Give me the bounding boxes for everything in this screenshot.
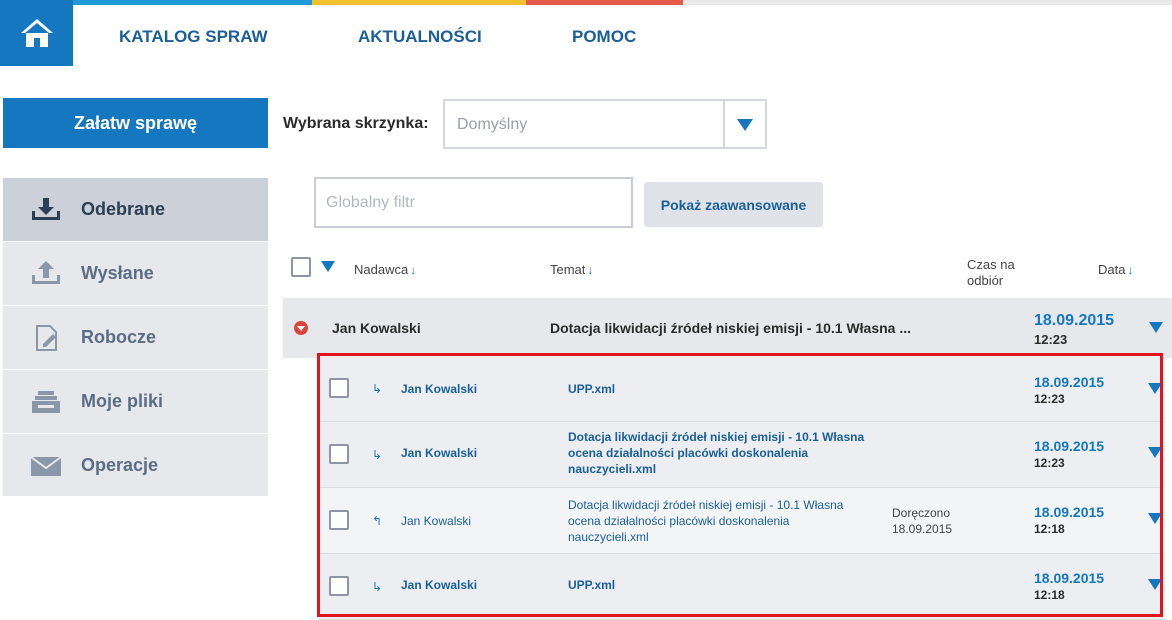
sidebar-item-moje-pliki[interactable]: Moje pliki — [3, 370, 268, 434]
row-checkbox[interactable] — [329, 510, 349, 530]
select-all-checkbox[interactable] — [291, 257, 311, 277]
column-header-date[interactable]: Data ↓ — [1098, 262, 1133, 277]
mailbox-label: Wybrana skrzynka: — [283, 115, 429, 132]
sort-arrow-icon: ↓ — [410, 263, 417, 277]
delivery-status: Doręczono 18.09.2015 — [892, 505, 952, 537]
show-advanced-button[interactable]: Pokaż zaawansowane — [644, 182, 823, 227]
column-header-subject[interactable]: Temat ↓ — [550, 262, 593, 277]
select-divider — [723, 101, 725, 147]
reply-arrow-icon: ↳ — [372, 580, 383, 594]
reply-arrow-icon: ↳ — [372, 382, 383, 396]
message-row[interactable]: ↳ Jan Kowalski Dotacja likwidacji źródeł… — [319, 422, 1165, 488]
thread-date: 18.09.2015 — [1034, 312, 1115, 329]
subject-line: UPP.xml — [568, 382, 616, 396]
message-time: 12:23 — [1034, 456, 1065, 470]
mailbox-selected-value: Domyślny — [457, 116, 528, 133]
bulk-actions-dropdown-icon[interactable] — [321, 261, 335, 272]
row-actions-dropdown-icon[interactable] — [1148, 447, 1162, 458]
message-subject[interactable]: Dotacja likwidacji źródeł niskiej emisji… — [568, 497, 868, 545]
column-header-pickup-time[interactable]: Czas na odbiór — [967, 257, 1015, 289]
column-header-label: Czas na — [967, 257, 1015, 272]
row-checkbox[interactable] — [329, 576, 349, 596]
row-actions-dropdown-icon[interactable] — [1148, 513, 1162, 524]
subject-line: UPP.xml — [568, 578, 616, 592]
status-line: 18.09.2015 — [892, 522, 953, 536]
status-line: Doręczono — [892, 506, 951, 520]
row-actions-dropdown-icon[interactable] — [1148, 383, 1162, 394]
nav-aktualnosci[interactable]: AKTUALNOŚCI — [358, 27, 482, 47]
subject-line: nauczycieli.xml — [568, 462, 657, 476]
message-sender[interactable]: Jan Kowalski — [401, 446, 477, 460]
column-header-sender[interactable]: Nadawca ↓ — [354, 262, 416, 277]
reply-arrow-icon: ↳ — [372, 448, 383, 462]
color-stripe-blue — [73, 0, 312, 5]
subject-line: Dotacja likwidacji źródeł niskiej emisji… — [568, 430, 865, 444]
column-header-label: Nadawca — [354, 262, 409, 277]
color-stripe-red — [526, 0, 683, 5]
column-header-label: Data — [1098, 262, 1126, 277]
row-checkbox[interactable] — [329, 444, 349, 464]
chevron-down-icon[interactable] — [737, 118, 753, 136]
sidebar-item-label: Moje pliki — [81, 391, 164, 411]
sidebar-item-label: Operacje — [81, 455, 159, 475]
outbox-upload-icon — [32, 261, 60, 284]
message-sender[interactable]: Jan Kowalski — [401, 382, 477, 396]
home-icon — [20, 19, 53, 47]
reply-arrow-icon: ↰ — [372, 514, 383, 528]
message-subject[interactable]: Dotacja likwidacji źródeł niskiej emisji… — [568, 429, 868, 477]
sort-arrow-icon: ↓ — [587, 263, 594, 277]
thread-time: 12:23 — [1034, 332, 1068, 347]
message-row[interactable]: ↳ Jan Kowalski UPP.xml 18.09.2015 12:23 — [319, 356, 1165, 422]
handle-case-button[interactable]: Załatw sprawę — [3, 98, 268, 148]
subject-line: Dotacja likwidacji źródeł niskiej emisji… — [568, 498, 844, 512]
sidebar-item-robocze[interactable]: Robocze — [3, 306, 268, 370]
message-row[interactable]: ↳ Jan Kowalski UPP.xml 18.09.2015 12:18 — [319, 554, 1165, 620]
sidebar-item-odebrane[interactable]: Odebrane — [3, 178, 268, 242]
collapse-thread-icon[interactable] — [294, 321, 308, 335]
thread-actions-dropdown-icon[interactable] — [1149, 322, 1163, 333]
inbox-download-icon — [32, 198, 60, 220]
message-sender[interactable]: Jan Kowalski — [401, 514, 471, 528]
message-date: 18.09.2015 — [1034, 374, 1105, 390]
mailbox-select[interactable]: Domyślny — [443, 99, 767, 149]
thread-sender: Jan Kowalski — [332, 320, 421, 336]
sort-arrow-icon: ↓ — [1127, 263, 1134, 277]
message-sender[interactable]: Jan Kowalski — [401, 578, 477, 592]
envelope-icon — [30, 456, 62, 476]
message-subject[interactable]: UPP.xml — [568, 381, 868, 397]
file-tray-icon — [32, 391, 60, 413]
row-checkbox[interactable] — [329, 378, 349, 398]
thread-subject: Dotacja likwidacji źródeł niskiej emisji… — [550, 320, 912, 336]
sidebar-item-label: Robocze — [81, 327, 157, 347]
column-header-label: odbiór — [967, 273, 1004, 288]
global-filter-input[interactable] — [314, 177, 633, 228]
color-stripe-grey — [683, 0, 1172, 5]
message-time: 12:18 — [1034, 588, 1065, 602]
subject-line: ocena działalności placówki doskonalenia — [568, 446, 809, 460]
subject-line: ocena działalności placówki doskonalenia — [568, 514, 790, 528]
message-date: 18.09.2015 — [1034, 504, 1105, 520]
message-date: 18.09.2015 — [1034, 570, 1105, 586]
column-header-label: Temat — [550, 262, 586, 277]
sidebar-item-wyslane[interactable]: Wysłane — [3, 242, 268, 306]
top-navigation: KATALOG SPRAW AKTUALNOŚCI POMOC — [0, 0, 1172, 66]
sidebar-item-label: Wysłane — [81, 263, 154, 283]
sidebar-item-label: Odebrane — [81, 199, 166, 219]
color-stripe-yellow — [312, 0, 526, 5]
sidebar-menu: Odebrane Wysłane Robocze Moje pliki Oper… — [3, 178, 268, 498]
message-row[interactable]: ↰ Jan Kowalski Dotacja likwidacji źródeł… — [319, 488, 1165, 554]
nav-pomoc[interactable]: POMOC — [572, 27, 636, 47]
message-time: 12:23 — [1034, 392, 1065, 406]
draft-edit-icon — [36, 325, 57, 351]
home-button[interactable] — [0, 0, 73, 66]
message-time: 12:18 — [1034, 522, 1065, 536]
nav-katalog-spraw[interactable]: KATALOG SPRAW — [119, 27, 268, 47]
message-date: 18.09.2015 — [1034, 438, 1105, 454]
sidebar-item-operacje[interactable]: Operacje — [3, 434, 268, 498]
message-subject[interactable]: UPP.xml — [568, 577, 868, 593]
row-actions-dropdown-icon[interactable] — [1148, 579, 1162, 590]
subject-line: nauczycieli.xml — [568, 530, 649, 544]
